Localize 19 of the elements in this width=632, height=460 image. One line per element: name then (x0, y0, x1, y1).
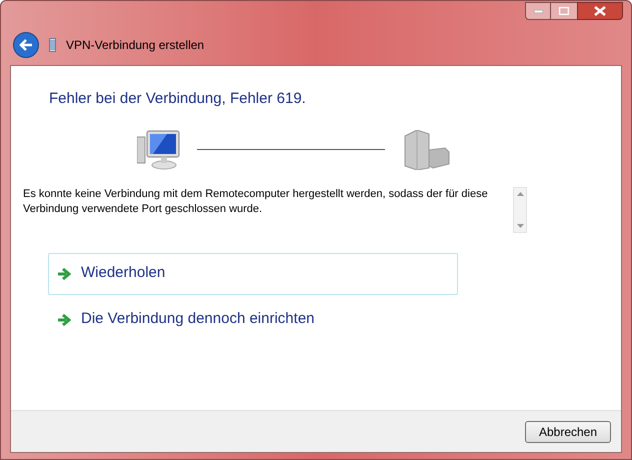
back-arrow-icon (19, 39, 33, 51)
window-title: VPN-Verbindung erstellen (66, 37, 204, 54)
back-button[interactable] (13, 32, 39, 58)
scroll-down-icon (516, 224, 524, 228)
computer-icon (137, 128, 181, 170)
minimize-icon (534, 10, 542, 12)
maximize-button[interactable] (551, 2, 577, 20)
cancel-button[interactable]: Abbrechen (525, 420, 611, 442)
vpn-icon (49, 38, 56, 52)
arrow-icon (57, 314, 71, 326)
close-icon (594, 6, 606, 16)
maximize-icon (559, 7, 569, 15)
command-link[interactable]: Wiederholen (48, 252, 458, 294)
arrow-icon (57, 268, 71, 280)
minimize-button[interactable] (525, 2, 551, 20)
close-button[interactable] (577, 2, 623, 20)
error-heading: Fehler bei der Verbindung, Fehler 619. (49, 89, 307, 109)
error-message: Es konnte keine Verbindung mit dem Remotecomputer hergestellt werden, sodass der für diese Verbindung verwendete Port geschlossen wurde. (23, 186, 489, 216)
scroll-up-icon (516, 192, 524, 196)
